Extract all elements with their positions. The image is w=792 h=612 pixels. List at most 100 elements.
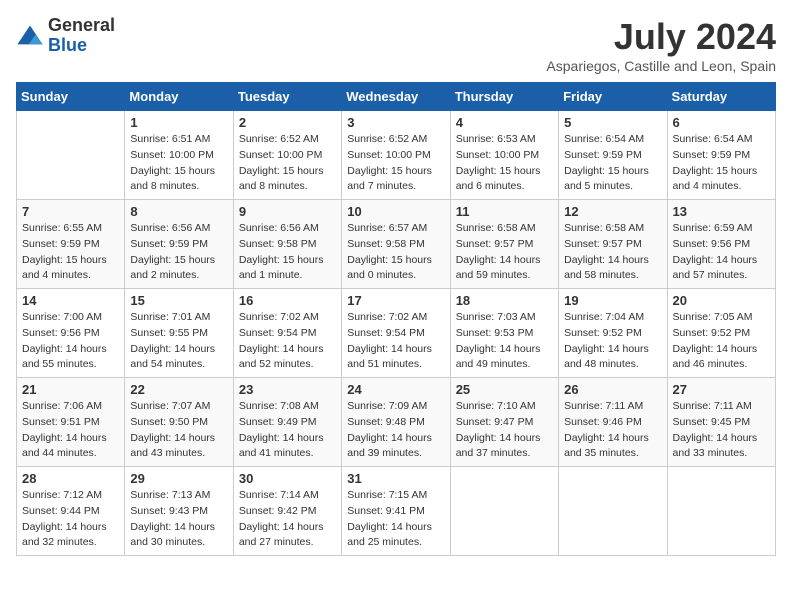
day-number: 14 [22,293,119,308]
day-info: Sunrise: 7:12 AMSunset: 9:44 PMDaylight:… [22,488,119,551]
day-number: 12 [564,204,661,219]
calendar-cell: 4 Sunrise: 6:53 AMSunset: 10:00 PMDayligh… [450,111,558,200]
day-info: Sunrise: 6:51 AMSunset: 10:00 PMDaylight… [130,132,227,195]
day-number: 23 [239,382,336,397]
calendar-cell: 24Sunrise: 7:09 AMSunset: 9:48 PMDayligh… [342,378,450,467]
day-number: 17 [347,293,444,308]
calendar-cell: 22Sunrise: 7:07 AMSunset: 9:50 PMDayligh… [125,378,233,467]
day-number: 4 [456,115,553,130]
header-day-tuesday: Tuesday [233,83,341,111]
calendar-cell: 15Sunrise: 7:01 AMSunset: 9:55 PMDayligh… [125,289,233,378]
day-info: Sunrise: 7:05 AMSunset: 9:52 PMDaylight:… [673,310,770,373]
calendar-cell: 29Sunrise: 7:13 AMSunset: 9:43 PMDayligh… [125,467,233,556]
calendar-cell: 26 Sunrise: 7:11 AMSunset: 9:46 PMDayligh… [559,378,667,467]
calendar-cell: 2 Sunrise: 6:52 AMSunset: 10:00 PMDayligh… [233,111,341,200]
day-info: Sunrise: 6:56 AMSunset: 9:59 PMDaylight:… [130,221,227,284]
page-header: General Blue July 2024 Aspariegos, Casti… [16,16,776,74]
calendar-cell: 23Sunrise: 7:08 AMSunset: 9:49 PMDayligh… [233,378,341,467]
day-number: 8 [130,204,227,219]
logo-general-text: General [48,16,115,36]
day-number: 5 [564,115,661,130]
month-title: July 2024 [546,16,776,58]
week-row-1: 1 Sunrise: 6:51 AMSunset: 10:00 PMDayligh… [17,111,776,200]
calendar-cell: 30Sunrise: 7:14 AMSunset: 9:42 PMDayligh… [233,467,341,556]
header-day-thursday: Thursday [450,83,558,111]
header-day-monday: Monday [125,83,233,111]
calendar-cell: 16 Sunrise: 7:02 AMSunset: 9:54 PMDayligh… [233,289,341,378]
day-info: Sunrise: 7:03 AMSunset: 9:53 PMDaylight:… [456,310,553,373]
calendar-cell: 3 Sunrise: 6:52 AMSunset: 10:00 PMDayligh… [342,111,450,200]
day-info: Sunrise: 7:02 AMSunset: 9:54 PMDaylight:… [347,310,444,373]
day-info: Sunrise: 7:01 AMSunset: 9:55 PMDaylight:… [130,310,227,373]
day-number: 1 [130,115,227,130]
calendar-cell: 28Sunrise: 7:12 AMSunset: 9:44 PMDayligh… [17,467,125,556]
day-info: Sunrise: 6:52 AMSunset: 10:00 PMDaylight… [347,132,444,195]
day-info: Sunrise: 7:04 AMSunset: 9:52 PMDaylight:… [564,310,661,373]
day-number: 11 [456,204,553,219]
calendar-cell: 14 Sunrise: 7:00 AMSunset: 9:56 PMDayligh… [17,289,125,378]
calendar-cell: 6 Sunrise: 6:54 AMSunset: 9:59 PMDaylight… [667,111,775,200]
calendar-table: SundayMondayTuesdayWednesdayThursdayFrid… [16,82,776,556]
header-day-wednesday: Wednesday [342,83,450,111]
title-area: July 2024 Aspariegos, Castille and Leon,… [546,16,776,74]
calendar-cell: 20 Sunrise: 7:05 AMSunset: 9:52 PMDayligh… [667,289,775,378]
calendar-cell: 12 Sunrise: 6:58 AMSunset: 9:57 PMDayligh… [559,200,667,289]
calendar-header: SundayMondayTuesdayWednesdayThursdayFrid… [17,83,776,111]
calendar-cell [450,467,558,556]
day-number: 2 [239,115,336,130]
calendar-cell: 9Sunrise: 6:56 AMSunset: 9:58 PMDaylight… [233,200,341,289]
day-info: Sunrise: 6:57 AMSunset: 9:58 PMDaylight:… [347,221,444,284]
logo: General Blue [16,16,115,56]
calendar-cell: 19 Sunrise: 7:04 AMSunset: 9:52 PMDayligh… [559,289,667,378]
day-info: Sunrise: 6:54 AMSunset: 9:59 PMDaylight:… [673,132,770,195]
day-info: Sunrise: 6:54 AMSunset: 9:59 PMDaylight:… [564,132,661,195]
location-text: Aspariegos, Castille and Leon, Spain [546,58,776,74]
day-info: Sunrise: 6:59 AMSunset: 9:56 PMDaylight:… [673,221,770,284]
day-number: 16 [239,293,336,308]
day-number: 3 [347,115,444,130]
calendar-cell: 10 Sunrise: 6:57 AMSunset: 9:58 PMDayligh… [342,200,450,289]
calendar-cell: 1 Sunrise: 6:51 AMSunset: 10:00 PMDayligh… [125,111,233,200]
logo-icon [16,22,44,50]
header-day-saturday: Saturday [667,83,775,111]
day-number: 7 [22,204,119,219]
calendar-cell [667,467,775,556]
calendar-cell: 21Sunrise: 7:06 AMSunset: 9:51 PMDayligh… [17,378,125,467]
header-day-sunday: Sunday [17,83,125,111]
day-info: Sunrise: 7:15 AMSunset: 9:41 PMDaylight:… [347,488,444,551]
calendar-body: 1 Sunrise: 6:51 AMSunset: 10:00 PMDayligh… [17,111,776,556]
day-number: 31 [347,471,444,486]
day-number: 6 [673,115,770,130]
calendar-cell: 27Sunrise: 7:11 AMSunset: 9:45 PMDayligh… [667,378,775,467]
logo-text: General Blue [48,16,115,56]
day-number: 10 [347,204,444,219]
day-number: 21 [22,382,119,397]
day-info: Sunrise: 6:53 AMSunset: 10:00 PMDaylight… [456,132,553,195]
day-info: Sunrise: 7:11 AMSunset: 9:45 PMDaylight:… [673,399,770,462]
calendar-cell: 17 Sunrise: 7:02 AMSunset: 9:54 PMDayligh… [342,289,450,378]
day-info: Sunrise: 6:56 AMSunset: 9:58 PMDaylight:… [239,221,336,284]
day-info: Sunrise: 7:02 AMSunset: 9:54 PMDaylight:… [239,310,336,373]
day-info: Sunrise: 6:52 AMSunset: 10:00 PMDaylight… [239,132,336,195]
day-info: Sunrise: 7:10 AMSunset: 9:47 PMDaylight:… [456,399,553,462]
calendar-cell: 7Sunrise: 6:55 AMSunset: 9:59 PMDaylight… [17,200,125,289]
calendar-cell: 11Sunrise: 6:58 AMSunset: 9:57 PMDayligh… [450,200,558,289]
calendar-cell [17,111,125,200]
day-number: 13 [673,204,770,219]
header-row: SundayMondayTuesdayWednesdayThursdayFrid… [17,83,776,111]
day-info: Sunrise: 7:11 AMSunset: 9:46 PMDaylight:… [564,399,661,462]
day-info: Sunrise: 7:00 AMSunset: 9:56 PMDaylight:… [22,310,119,373]
week-row-4: 21Sunrise: 7:06 AMSunset: 9:51 PMDayligh… [17,378,776,467]
day-number: 26 [564,382,661,397]
day-number: 24 [347,382,444,397]
day-info: Sunrise: 7:14 AMSunset: 9:42 PMDaylight:… [239,488,336,551]
day-number: 20 [673,293,770,308]
logo-blue-text: Blue [48,36,115,56]
day-number: 19 [564,293,661,308]
day-number: 18 [456,293,553,308]
day-info: Sunrise: 6:58 AMSunset: 9:57 PMDaylight:… [564,221,661,284]
week-row-2: 7Sunrise: 6:55 AMSunset: 9:59 PMDaylight… [17,200,776,289]
day-number: 25 [456,382,553,397]
day-number: 29 [130,471,227,486]
calendar-cell: 25 Sunrise: 7:10 AMSunset: 9:47 PMDayligh… [450,378,558,467]
